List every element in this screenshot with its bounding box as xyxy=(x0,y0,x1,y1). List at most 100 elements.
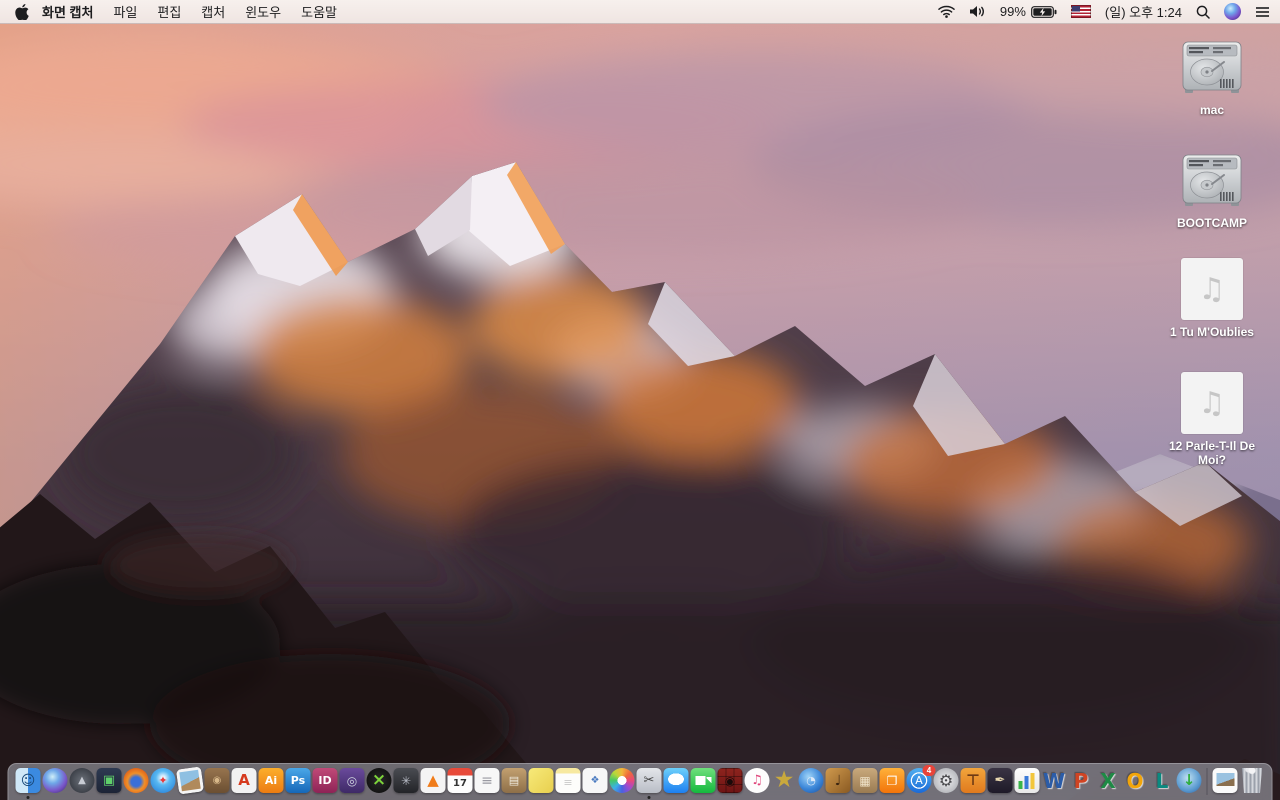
hard-drive-icon xyxy=(1179,34,1245,98)
media-player-ball-glyph: ◔ xyxy=(806,774,816,787)
wifi-icon[interactable] xyxy=(938,5,955,18)
launchpad-glyph: ▲ xyxy=(78,774,86,786)
dock-calendar-icon[interactable]: 17 xyxy=(447,768,473,793)
photo-booth-glyph: ◉ xyxy=(724,773,736,788)
desktop-icon-mac-drive[interactable]: mac xyxy=(1179,34,1245,117)
dock-acrobat-reader-icon[interactable]: A xyxy=(231,768,257,793)
menu-item-2[interactable]: 캡처 xyxy=(201,2,225,21)
dock-trash-full-icon[interactable] xyxy=(1242,768,1262,793)
dock-stickies-icon[interactable] xyxy=(528,768,554,793)
battery-charging-icon xyxy=(1031,5,1057,18)
dock-grab-screen-capture-icon[interactable]: ✂ xyxy=(636,768,662,799)
dock-disk-fan-app-icon[interactable]: ✳ xyxy=(393,768,419,793)
hard-drive-icon xyxy=(1179,147,1245,211)
finder-glyph: ☺ xyxy=(20,772,36,789)
menu-bar: 화면 캡처 파일 편집 캡처 윈도우 도움말 99% (일) 오후 1:24 xyxy=(0,0,1280,24)
vlc-glyph: ▲ xyxy=(427,771,439,789)
dock-messages-icon[interactable] xyxy=(663,768,689,793)
dock-photo-booth-icon[interactable]: ◉ xyxy=(717,768,743,793)
itunes-glyph: ♫ xyxy=(751,773,763,788)
grab-screen-capture-glyph: ✂ xyxy=(643,773,655,788)
spotlight-search-icon[interactable] xyxy=(1196,5,1210,19)
ms-lync-glyph: L xyxy=(1155,768,1169,793)
menu-item-3[interactable]: 윈도우 xyxy=(245,2,281,21)
dock-media-player-ball-icon[interactable]: ◔ xyxy=(798,768,824,793)
reminders-glyph: ≡ xyxy=(481,772,493,789)
menu-item-4[interactable]: 도움말 xyxy=(301,2,337,21)
dock-ms-powerpoint-icon[interactable]: P xyxy=(1069,768,1094,793)
dock-keynote-icon[interactable]: ⊤ xyxy=(960,768,986,793)
menu-item-0[interactable]: 파일 xyxy=(113,2,137,21)
volume-icon[interactable] xyxy=(969,5,986,18)
dock-siri-icon[interactable] xyxy=(42,768,68,793)
dock-finder-icon[interactable]: ☺ xyxy=(15,768,41,799)
dock-facetime-icon[interactable] xyxy=(690,768,716,793)
music-note-glyph: ♫ xyxy=(1198,271,1226,307)
archive-box-app-glyph: ▤ xyxy=(508,774,520,787)
dock-globe-downloader-icon[interactable]: ↓ xyxy=(1176,768,1202,793)
desktop-icon-audio-file-2[interactable]: ♫ 12 Parle-T-Il De Moi? xyxy=(1156,372,1268,467)
audio-file-icon: ♫ xyxy=(1180,258,1243,320)
documents-seal-app-glyph: ❖ xyxy=(590,774,600,786)
dock-launchpad-icon[interactable]: ▲ xyxy=(69,768,95,793)
dock-ms-excel-icon[interactable]: X xyxy=(1096,768,1121,793)
indesign-glyph: ID xyxy=(318,774,332,787)
dock-photoshop-icon[interactable]: Ps xyxy=(285,768,311,793)
dock-app-store-icon[interactable]: A4 xyxy=(906,765,936,793)
dock-numbers-chart-icon[interactable] xyxy=(1014,768,1040,793)
dock-vlc-icon[interactable]: ▲ xyxy=(420,768,446,793)
apple-menu[interactable] xyxy=(10,3,34,20)
menu-bar-clock[interactable]: (일) 오후 1:24 xyxy=(1105,2,1182,21)
ibooks-glyph: ❐ xyxy=(886,773,898,788)
active-app-name[interactable]: 화면 캡처 xyxy=(42,2,93,21)
dock-green-x-app-icon[interactable]: × xyxy=(366,768,392,793)
dock-ibooks-icon[interactable]: ❐ xyxy=(879,768,905,793)
dock-documents-seal-app-icon[interactable]: ❖ xyxy=(582,768,608,793)
dock-firefox-icon[interactable] xyxy=(123,768,149,793)
dock-system-preferences-icon[interactable]: ⚙ xyxy=(933,768,959,793)
keynote-glyph: ⊤ xyxy=(966,771,980,789)
dock-device-screens-icon[interactable]: ▣ xyxy=(96,768,122,793)
dock-corkboard-app-icon[interactable]: ▦ xyxy=(852,768,878,793)
green-x-app-glyph: × xyxy=(371,770,387,790)
music-note-glyph: ♫ xyxy=(1198,385,1226,421)
dock-garageband-icon[interactable]: ♩ xyxy=(825,768,851,793)
dock-archive-box-app-icon[interactable]: ▤ xyxy=(501,768,527,793)
safari-glyph: ✦ xyxy=(158,774,168,787)
apple-logo-icon xyxy=(15,3,29,20)
dock-toast-icon[interactable]: ◎ xyxy=(339,768,365,793)
illustrator-glyph: Ai xyxy=(264,774,278,787)
toast-glyph: ◎ xyxy=(346,773,358,788)
us-flag-input-icon[interactable] xyxy=(1070,5,1091,18)
dock-ms-outlook-icon[interactable]: O xyxy=(1123,768,1148,793)
desktop-icon-audio-file-1[interactable]: ♫ 1 Tu M'Oublies xyxy=(1170,258,1254,339)
desktop-icon-bootcamp-drive[interactable]: BOOTCAMP xyxy=(1177,147,1247,230)
dock-reminders-icon[interactable]: ≡ xyxy=(474,768,500,793)
dock-indesign-icon[interactable]: ID xyxy=(312,768,338,793)
battery-status[interactable]: 99% xyxy=(1000,4,1057,19)
siri-icon[interactable] xyxy=(1224,3,1241,20)
menu-item-1[interactable]: 편집 xyxy=(157,2,181,21)
notification-center-icon[interactable] xyxy=(1255,6,1270,18)
dock-document-file-icon[interactable] xyxy=(1212,768,1238,793)
disk-fan-app-glyph: ✳ xyxy=(400,773,412,788)
photoshop-glyph: Ps xyxy=(290,774,306,787)
device-screens-glyph: ▣ xyxy=(102,773,116,788)
acrobat-reader-glyph: A xyxy=(238,771,250,789)
dock-contacts-icon[interactable]: ◉ xyxy=(204,768,230,793)
dock-notes-icon[interactable]: ≡ xyxy=(555,768,581,793)
dock-illustrator-icon[interactable]: Ai xyxy=(258,768,284,793)
dock-preview-icon[interactable] xyxy=(175,766,205,795)
desktop-icon-label: 12 Parle-T-Il De Moi? xyxy=(1168,439,1256,467)
dock-pages-quill-icon[interactable]: ✒ xyxy=(987,768,1013,793)
dock-ms-lync-icon[interactable]: L xyxy=(1150,768,1175,793)
calendar-glyph: 17 xyxy=(453,777,467,789)
app-store-glyph: A xyxy=(915,774,923,787)
dock-safari-icon[interactable]: ✦ xyxy=(150,768,176,793)
running-indicator-dot xyxy=(647,796,651,799)
dock-imovie-star-icon[interactable]: ★ xyxy=(772,768,797,793)
dock-itunes-icon[interactable]: ♫ xyxy=(744,768,770,793)
dock-photos-icon[interactable] xyxy=(609,768,635,793)
dock-ms-word-icon[interactable]: W xyxy=(1042,768,1067,793)
dock: ☺ ▲ ▣ ✦ ◉ A Ai Ps ID ◎ × ✳ ▲ 17 ≡ ▤ ≡ ❖ ✂ ◉ ♫ ★ ◔ ♩ ▦ ❐ A 4 ⚙ ⊤ ✒ W P X O L… xyxy=(7,763,1273,800)
